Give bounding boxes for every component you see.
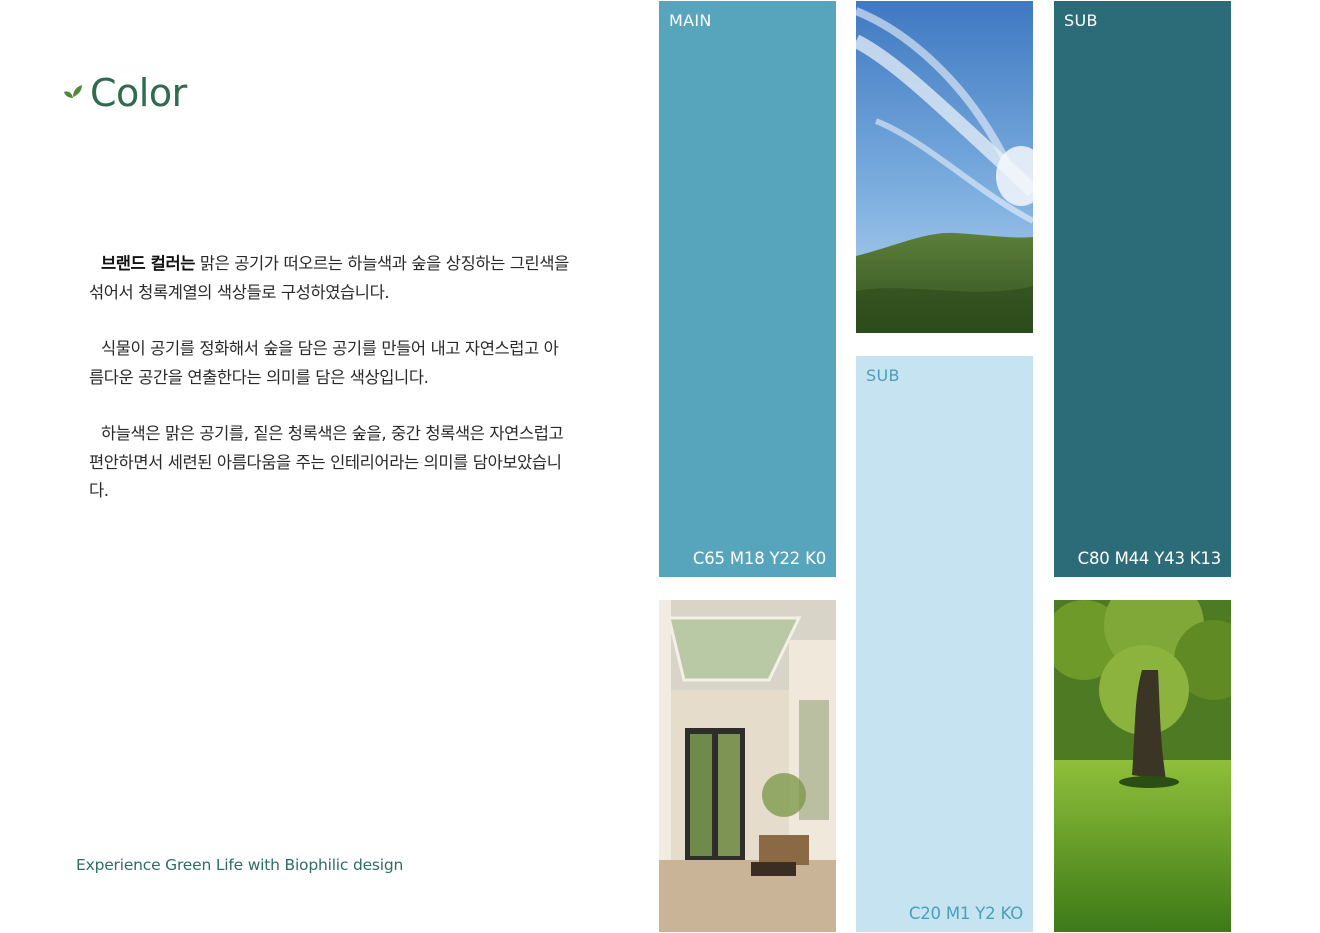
page-title: Color [90, 71, 187, 115]
title-block: Color [62, 70, 187, 116]
tagline: Experience Green Life with Biophilic des… [76, 856, 404, 874]
main-color-swatch: MAIN C65 M18 Y22 K0 [659, 1, 836, 577]
interior-photo [659, 600, 836, 932]
sub-light-color-swatch: SUB C20 M1 Y2 KO [856, 356, 1033, 932]
description: 브랜드 컬러는 맑은 공기가 떠오르는 하늘색과 숲을 상징하는 그린색을 섞어… [89, 250, 569, 534]
swatch-label: SUB [866, 366, 900, 385]
tree-meadow-photo [1054, 600, 1231, 932]
swatch-cmyk-code: C20 M1 Y2 KO [908, 904, 1023, 923]
brand-color-label: 브랜드 컬러는 [101, 254, 196, 273]
description-paragraph-2: 식물이 공기를 정화해서 숲을 담은 공기를 만들어 내고 자연스럽고 아름다운… [89, 339, 559, 387]
swatch-label: SUB [1064, 11, 1098, 30]
sky-hill-photo [856, 1, 1033, 333]
leaf-icon [64, 85, 82, 98]
description-paragraph-3: 하늘색은 맑은 공기를, 짙은 청록색은 숲을, 중간 청록색은 자연스럽고 편… [89, 424, 564, 500]
swatch-label: MAIN [669, 11, 712, 30]
swatch-cmyk-code: C80 M44 Y43 K13 [1077, 549, 1222, 568]
description-paragraph-1: 브랜드 컬러는 맑은 공기가 떠오르는 하늘색과 숲을 상징하는 그린색을 섞어… [89, 254, 569, 302]
sub-dark-color-swatch: SUB C80 M44 Y43 K13 [1054, 1, 1231, 577]
swatch-cmyk-code: C65 M18 Y22 K0 [692, 549, 826, 568]
